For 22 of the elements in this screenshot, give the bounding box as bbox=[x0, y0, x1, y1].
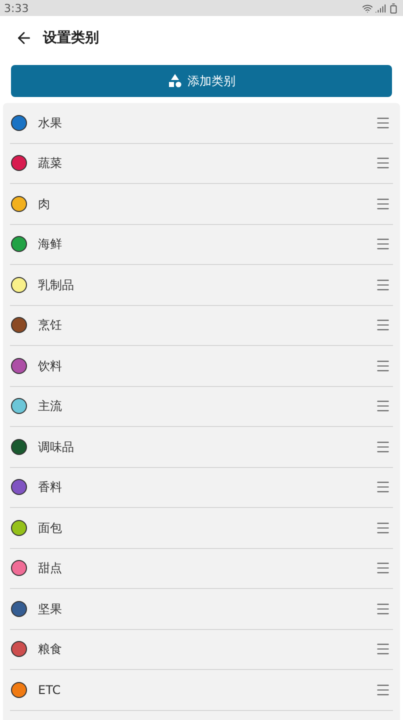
category-name: 肉 bbox=[38, 196, 51, 213]
category-name: 香料 bbox=[38, 479, 63, 496]
page-title: 设置类别 bbox=[43, 28, 99, 48]
category-name: 烹饪 bbox=[38, 317, 63, 334]
category-name: 乳制品 bbox=[38, 276, 75, 294]
shapes-icon bbox=[168, 74, 182, 88]
status-time: 3:33 bbox=[4, 2, 29, 14]
signal-icon bbox=[375, 2, 386, 14]
category-name: 面包 bbox=[38, 520, 63, 537]
category-name: 蔬菜 bbox=[38, 155, 63, 172]
category-name: 海鲜 bbox=[38, 236, 63, 254]
category-name: 调味品 bbox=[38, 438, 75, 456]
category-name: 甜点 bbox=[38, 560, 63, 578]
category-name: 粮食 bbox=[38, 641, 63, 658]
add-category-button[interactable]: 添加类别 bbox=[11, 65, 392, 97]
category-name: 水果 bbox=[38, 114, 63, 132]
battery-icon bbox=[388, 2, 399, 14]
category-name: 饮料 bbox=[38, 358, 63, 375]
category-name: 主流 bbox=[38, 398, 63, 416]
category-name: 坚果 bbox=[38, 600, 63, 618]
category-name: ETC bbox=[38, 682, 62, 699]
wifi-icon bbox=[362, 2, 373, 14]
